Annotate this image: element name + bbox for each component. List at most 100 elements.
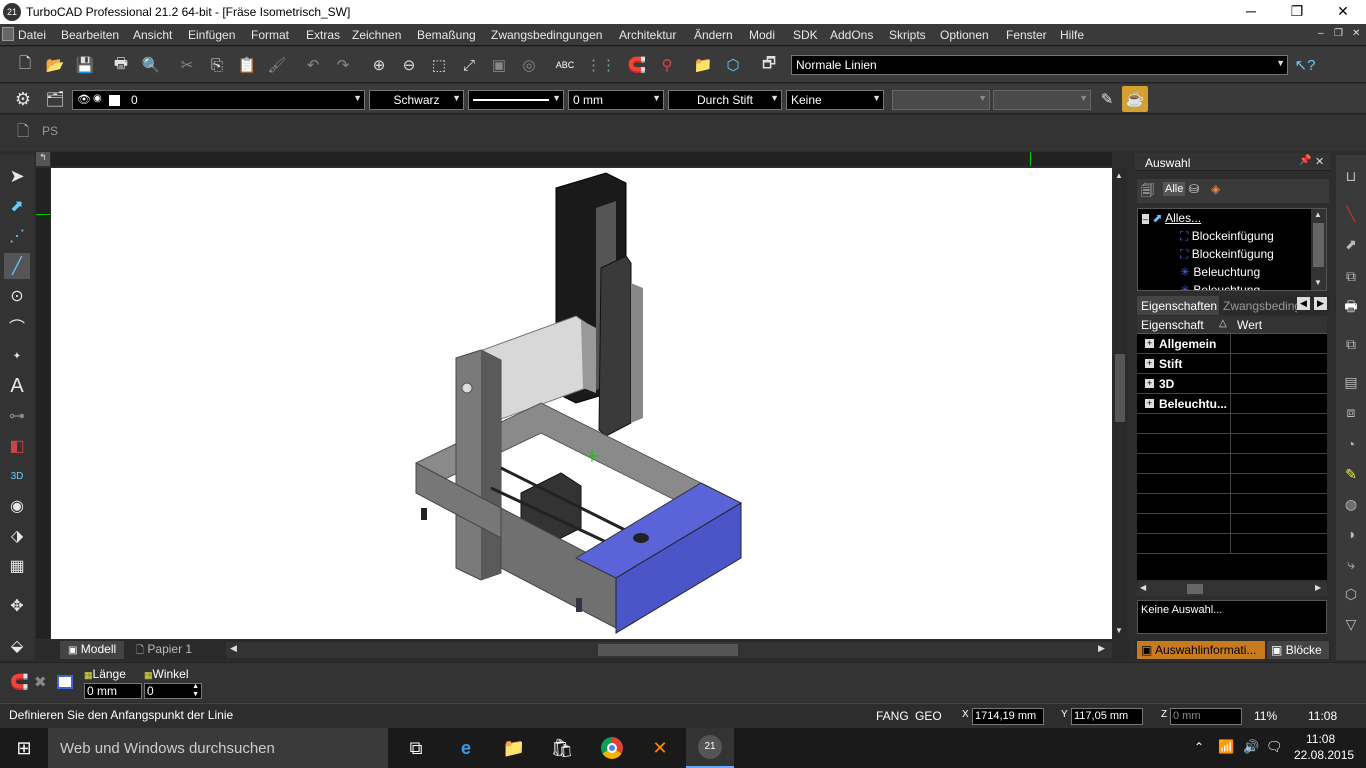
menu-zeichnen[interactable]: Zeichnen bbox=[352, 28, 401, 42]
filter-layer-icon[interactable]: ◈ bbox=[1211, 182, 1220, 196]
z-coord-field[interactable]: 0 mm bbox=[1170, 708, 1242, 725]
menu-modi[interactable]: Modi bbox=[749, 28, 775, 42]
menu-fenster[interactable]: Fenster bbox=[1006, 28, 1047, 42]
menu-hilfe[interactable]: Hilfe bbox=[1060, 28, 1084, 42]
match-properties-icon[interactable]: ☕ bbox=[1122, 86, 1148, 112]
hscroll-thumb[interactable] bbox=[598, 644, 738, 656]
cylinder-icon[interactable]: ◉ bbox=[4, 493, 30, 519]
fill-tool-icon[interactable]: ◧ bbox=[4, 433, 30, 459]
menu-aendern[interactable]: Ändern bbox=[694, 28, 733, 42]
move-copy-icon[interactable]: ⬈ bbox=[1338, 231, 1364, 257]
length-input[interactable]: 0 mm bbox=[84, 683, 142, 699]
pen-dropdown[interactable]: Durch Stift ▼ bbox=[668, 90, 782, 110]
magnet-icon[interactable]: ⚲ bbox=[654, 52, 680, 78]
menu-bearbeiten[interactable]: Bearbeiten bbox=[61, 28, 119, 42]
filter-type-icon[interactable]: ⛁ bbox=[1189, 182, 1199, 196]
tab-paper[interactable]: 🗋 Papier 1 bbox=[130, 641, 196, 659]
taper-icon[interactable]: ▽ bbox=[1338, 611, 1364, 637]
menu-skripts[interactable]: Skripts bbox=[889, 28, 926, 42]
mdi-minimize-icon[interactable]: – bbox=[1318, 28, 1324, 39]
design-director-icon[interactable]: 📁 bbox=[690, 52, 716, 78]
tree-item-block-2[interactable]: ⛶ Blockeinfügung bbox=[1180, 247, 1274, 265]
sweep-icon[interactable]: ⤷ bbox=[1338, 551, 1364, 577]
menu-datei[interactable]: Datei bbox=[18, 28, 46, 42]
text-tool-icon[interactable]: A bbox=[4, 373, 30, 399]
snap-toggle-icon[interactable]: 🧲 bbox=[10, 673, 29, 691]
snap-icon[interactable]: 🧲 bbox=[624, 52, 650, 78]
help-icon[interactable]: ↖? bbox=[1292, 52, 1318, 78]
extrude-icon[interactable]: ⊔ bbox=[1338, 163, 1364, 189]
print-icon[interactable]: 🖶 bbox=[108, 52, 134, 78]
new-file-icon[interactable]: 🗋 bbox=[12, 52, 38, 78]
select-arrow-icon[interactable]: ➤ bbox=[4, 163, 30, 189]
filter-icon[interactable]: 🗐 bbox=[1141, 182, 1154, 204]
zoom-window-icon[interactable]: ⬚ bbox=[426, 52, 452, 78]
disabled-dropdown-1[interactable]: ▼ bbox=[892, 90, 990, 110]
fill-dropdown[interactable]: Keine ▼ bbox=[786, 90, 884, 110]
chevron-up-icon[interactable]: ⌃ bbox=[1194, 740, 1204, 754]
menu-zwangsbedingungen[interactable]: Zwangsbedingungen bbox=[491, 28, 602, 42]
menu-optionen[interactable]: Optionen bbox=[940, 28, 989, 42]
clock-time[interactable]: 11:08 bbox=[1306, 732, 1335, 746]
x-coord-field[interactable]: 1714,19 mm bbox=[972, 708, 1044, 725]
hatch-icon[interactable]: ▦ bbox=[4, 553, 30, 579]
linestyle-dropdown[interactable]: Normale Linien ▼ bbox=[791, 55, 1288, 75]
menu-einfuegen[interactable]: Einfügen bbox=[188, 28, 235, 42]
cancel-icon[interactable]: ✖ bbox=[34, 673, 47, 691]
search-box[interactable]: Web und Windows durchsuchen bbox=[48, 728, 388, 768]
modify-icon[interactable]: ⬙ bbox=[4, 633, 30, 659]
group-pen[interactable]: + Stift bbox=[1137, 354, 1327, 374]
y-coord-field[interactable]: 117,05 mm bbox=[1071, 708, 1143, 725]
pencil-icon[interactable]: ✎ bbox=[1094, 86, 1120, 112]
copy-3d-icon[interactable]: ⧈ bbox=[1338, 399, 1364, 425]
scroll-left-icon[interactable]: ◀ bbox=[1140, 583, 1146, 592]
store-icon[interactable]: 🛍 bbox=[538, 728, 586, 768]
property-hscroll[interactable]: ◀ ▶ bbox=[1137, 582, 1327, 596]
scroll-right-icon[interactable]: ▶ bbox=[1315, 583, 1321, 592]
windows-start-icon[interactable]: ⊞ bbox=[0, 728, 48, 768]
format-painter-icon[interactable]: 🖌 bbox=[264, 52, 290, 78]
spell-check-icon[interactable]: ABC bbox=[552, 52, 578, 78]
paste-icon[interactable]: 📋 bbox=[234, 52, 260, 78]
menu-format[interactable]: Format bbox=[251, 28, 289, 42]
linewidth-dropdown[interactable]: 0 mm ▼ bbox=[568, 90, 664, 110]
minimize-button[interactable]: ─ bbox=[1228, 0, 1274, 24]
network-icon[interactable]: 📶 bbox=[1218, 739, 1234, 755]
loft-icon[interactable]: ⬡ bbox=[1338, 581, 1364, 607]
maximize-button[interactable]: ❐ bbox=[1274, 0, 1320, 24]
menu-extras[interactable]: Extras bbox=[306, 28, 340, 42]
redraw-icon[interactable]: ◎ bbox=[516, 52, 542, 78]
linetype-dropdown[interactable]: ▼ bbox=[468, 90, 564, 110]
line-tool-icon[interactable]: ╱ bbox=[4, 253, 30, 279]
horizontal-scrollbar[interactable]: ◀ ▶ bbox=[226, 642, 1112, 658]
dot-icon[interactable]: ✦ bbox=[4, 343, 30, 369]
tree-scrollbar[interactable]: ▲ ▼ bbox=[1311, 209, 1326, 290]
shell-icon[interactable]: ◑ bbox=[1338, 521, 1364, 547]
mdi-restore-icon[interactable]: ❐ bbox=[1334, 28, 1343, 39]
geo-toggle[interactable]: GEO bbox=[915, 709, 942, 727]
move-icon[interactable]: ✥ bbox=[4, 593, 30, 619]
task-view-icon[interactable]: ⧉ bbox=[392, 728, 440, 768]
zoom-extents-icon[interactable]: ⤢ bbox=[456, 52, 482, 78]
tree-item-light-2[interactable]: ✳ Beleuchtung bbox=[1180, 283, 1260, 290]
menu-ansicht[interactable]: Ansicht bbox=[133, 28, 172, 42]
menu-bemassung[interactable]: Bemaßung bbox=[417, 28, 476, 42]
scroll-down-icon[interactable]: ▼ bbox=[1314, 278, 1322, 287]
cad-app-icon[interactable]: ✕ bbox=[636, 728, 684, 768]
tab-properties[interactable]: Eigenschaften bbox=[1137, 296, 1219, 315]
panel-close-icon[interactable]: ✕ bbox=[1315, 155, 1324, 168]
sort-icon[interactable]: △ bbox=[1219, 318, 1227, 329]
gear-icon[interactable]: ⚙ bbox=[10, 86, 36, 112]
color-dropdown[interactable]: Schwarz ▼ bbox=[369, 90, 464, 110]
col-property[interactable]: Eigenschaft bbox=[1141, 318, 1204, 332]
menu-addons[interactable]: AddOns bbox=[830, 28, 873, 42]
selection-tree[interactable]: – ⬈ Alles... ⛶ Blockeinfügung ⛶ Blockein… bbox=[1137, 208, 1327, 291]
scroll-up-icon[interactable]: ▲ bbox=[1115, 171, 1123, 180]
col-value[interactable]: Wert bbox=[1237, 318, 1262, 332]
point-icon[interactable]: ⋰ bbox=[4, 223, 30, 249]
print-preview-icon[interactable]: 🔍 bbox=[138, 52, 164, 78]
document-icon[interactable] bbox=[2, 27, 14, 41]
turbocad-taskbar-icon[interactable]: 21 bbox=[686, 728, 734, 768]
disabled-dropdown-2[interactable]: ▼ bbox=[993, 90, 1091, 110]
eraser-icon[interactable]: ⬗ bbox=[4, 523, 30, 549]
